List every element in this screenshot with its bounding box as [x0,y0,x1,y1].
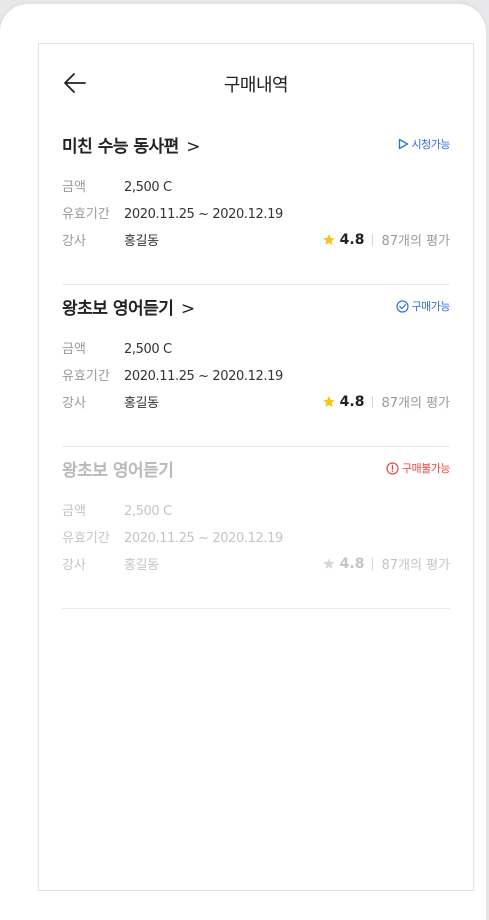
status-text: 시청가능 [411,138,451,151]
page-title: 구매내역 [223,75,289,96]
item-title[interactable]: 왕초보 영어듣기 > [62,294,195,319]
header: 구매내역 [39,44,473,122]
rating-score: 4.8 [339,393,365,410]
item-title[interactable]: 미친 수능 동사편 > [62,132,200,157]
amount-label: 금액 [62,180,86,195]
amount-row: 금액 2,500 C [62,500,172,519]
alert-circle-icon [386,461,399,475]
star-icon [322,395,335,407]
amount-row: 금액 2,500 C [62,338,172,357]
item-title: 왕초보 영어듣기 [62,456,174,481]
status-text: 구매가능 [411,300,451,313]
period-row: 유효기간 2020.11.25 ~ 2020.12.19 [62,203,283,222]
divider [372,395,374,408]
purchase-item[interactable]: 미친 수능 동사편 > 시청가능 금액 2,500 C 유효기간 2020.11.2… [62,122,451,285]
divider [372,557,374,570]
rating: 4.8 87개의 평가 [322,230,450,249]
status-badge[interactable]: 시청가능 [398,136,451,152]
star-icon [322,557,335,569]
period-label: 유효기간 [62,207,110,222]
teacher-row: 강사 홍길동 [62,392,159,411]
item-title-text: 왕초보 영어듣기 [62,299,174,319]
amount-label: 금액 [62,342,86,357]
teacher-value: 홍길동 [124,234,159,249]
review-count: 87개의 평가 [381,396,450,411]
review-count: 87개의 평가 [381,234,450,249]
item-title-text: 왕초보 영어듣기 [62,461,174,481]
amount-row: 금액 2,500 C [62,176,172,195]
period-label: 유효기간 [62,369,110,384]
item-title-text: 미친 수능 동사편 [62,137,179,157]
teacher-row: 강사 홍길동 [62,554,159,573]
divider [372,233,374,246]
amount-value: 2,500 C [124,504,172,519]
period-value: 2020.11.25 ~ 2020.12.19 [124,369,283,384]
period-value: 2020.11.25 ~ 2020.12.19 [124,207,283,222]
period-value: 2020.11.25 ~ 2020.12.19 [124,531,283,546]
status-text: 구매불가능 [401,462,451,475]
teacher-value: 홍길동 [124,558,159,573]
teacher-row: 강사 홍길동 [62,230,159,249]
teacher-value: 홍길동 [124,396,159,411]
rating-score: 4.8 [339,231,365,248]
chevron-right-icon: > [180,299,195,319]
status-badge: 구매불가능 [386,460,451,476]
rating: 4.8 87개의 평가 [322,392,450,411]
rating-score: 4.8 [339,555,365,572]
period-row: 유효기간 2020.11.25 ~ 2020.12.19 [62,365,283,384]
amount-label: 금액 [62,504,86,519]
purchase-item[interactable]: 왕초보 영어듣기 > 구매가능 금액 2,500 C 유효기간 2020.11.25… [62,284,451,447]
purchase-item: 왕초보 영어듣기 구매불가능 금액 2,500 C 유효기간 2020.11.25 … [62,446,451,609]
review-count: 87개의 평가 [381,558,450,573]
play-outline-icon [398,138,408,150]
teacher-label: 강사 [62,558,86,573]
amount-value: 2,500 C [124,180,172,195]
teacher-label: 강사 [62,396,86,411]
amount-value: 2,500 C [124,342,172,357]
status-badge[interactable]: 구매가능 [395,298,451,314]
period-label: 유효기간 [62,531,110,546]
screen: 구매내역 미친 수능 동사편 > 시청가능 금액 2,500 C 유효기간 2020… [38,43,474,891]
phone-frame: 구매내역 미친 수능 동사편 > 시청가능 금액 2,500 C 유효기간 2020… [0,4,486,920]
check-circle-icon [395,299,409,313]
rating: 4.8 87개의 평가 [322,554,450,573]
teacher-label: 강사 [62,234,86,249]
star-icon [322,233,335,245]
chevron-right-icon: > [186,137,200,157]
period-row: 유효기간 2020.11.25 ~ 2020.12.19 [62,527,283,546]
